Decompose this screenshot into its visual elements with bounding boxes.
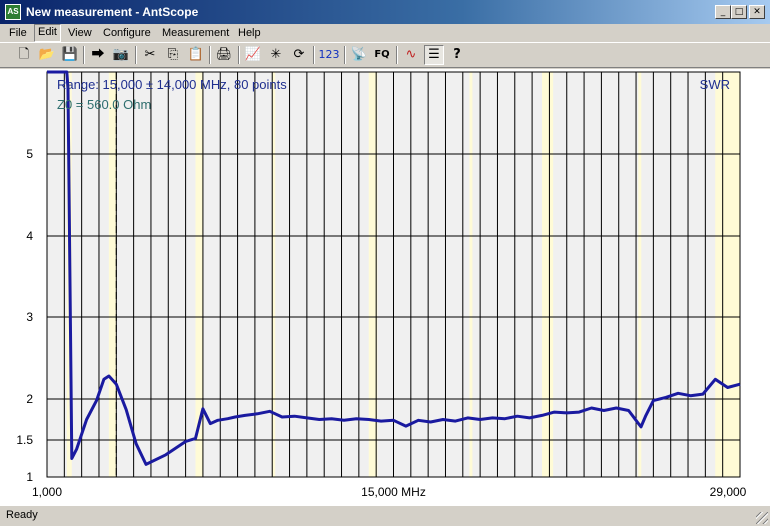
menu-measurement[interactable]: Measurement: [159, 25, 232, 41]
close-icon: ✕: [753, 7, 761, 17]
menu-view[interactable]: View: [65, 25, 95, 41]
toolbar-separator: [209, 46, 211, 64]
open-icon: 📂: [38, 47, 56, 62]
window-title: New measurement - AntScope: [26, 5, 199, 19]
paste-button[interactable]: 📋: [186, 45, 206, 65]
toolbar-separator: [83, 46, 85, 64]
y-tick-labels: 1 1.5 2 3 4 5: [16, 147, 33, 484]
fq-button[interactable]: FQ: [372, 45, 392, 65]
y-tick-label: 3: [26, 310, 33, 324]
list-button[interactable]: ☰: [424, 45, 444, 65]
paste-icon: 📋: [187, 47, 205, 62]
z0-label: Z0 = 560.0 Ohm: [57, 97, 151, 112]
new-button[interactable]: 🗋: [14, 45, 34, 65]
print-button[interactable]: 🖨: [214, 45, 234, 65]
x-tick-labels: 1,000 15,000 MHz 29,000: [32, 485, 747, 499]
range-label: Range: 15,000 ± 14,000 MHz, 80 points: [57, 77, 287, 92]
menu-configure[interactable]: Configure: [100, 25, 154, 41]
toolbar-separator: [135, 46, 137, 64]
toolbar: 🗋 📂 💾 ⮕ 📷 ✂ ⎘ 📋 🖨 📈 ✳ ⟳ 123 📡 FQ ∿ ☰ ?: [0, 42, 770, 68]
numbers-button[interactable]: 123: [317, 45, 341, 65]
cut-button[interactable]: ✂: [140, 45, 160, 65]
save-icon: 💾: [61, 47, 79, 62]
fq-icon: FQ: [374, 49, 390, 60]
waveform-icon: ∿: [405, 47, 417, 62]
y-tick-label: 1.5: [16, 433, 33, 447]
help-icon: ?: [453, 47, 461, 62]
minimize-icon: _: [720, 7, 726, 17]
swr-chart[interactable]: 1 1.5 2 3 4 5 1,000 15,000 MHz 29,000 Range: 15…: [0, 69, 770, 505]
menu-edit[interactable]: Edit: [34, 24, 61, 42]
chart-icon: 📈: [244, 47, 262, 62]
y-tick-label: 5: [26, 147, 33, 161]
status-text: Ready: [6, 509, 38, 521]
minimize-button[interactable]: _: [715, 5, 731, 19]
chart-button[interactable]: 📈: [243, 45, 263, 65]
band-highlight-5: [469, 72, 473, 477]
menu-help[interactable]: Help: [235, 25, 264, 41]
series-label: SWR: [700, 77, 730, 92]
y-tick-label: 2: [26, 392, 33, 406]
y-tick-label: 4: [26, 229, 33, 243]
export-button[interactable]: ⮕: [88, 45, 108, 65]
app-window: AS New measurement - AntScope _ □ ✕ File…: [0, 0, 770, 526]
chart-svg[interactable]: 1 1.5 2 3 4 5 1,000 15,000 MHz 29,000 Range: 15…: [0, 69, 770, 505]
new-icon: 🗋: [18, 47, 30, 62]
burst-button[interactable]: ✳: [266, 45, 286, 65]
menu-bar: File Edit View Configure Measurement Hel…: [0, 24, 770, 42]
maximize-button[interactable]: □: [731, 5, 747, 19]
x-tick-label: 29,000: [710, 485, 747, 499]
copy-icon: ⎘: [167, 47, 179, 62]
resize-grip-icon[interactable]: [756, 512, 768, 524]
toolbar-separator: [396, 46, 398, 64]
numbers-icon: 123: [318, 48, 340, 61]
export-icon: ⮕: [91, 47, 105, 62]
snapshot-button[interactable]: 📷: [111, 45, 131, 65]
y-tick-label: 1: [26, 470, 33, 484]
band-highlight-7: [638, 72, 642, 477]
help-button[interactable]: ?: [447, 45, 467, 65]
refresh-button[interactable]: ⟳: [289, 45, 309, 65]
x-tick-label: 15,000 MHz: [361, 485, 426, 499]
camera-icon: 📷: [112, 47, 130, 62]
app-icon[interactable]: AS: [5, 4, 21, 20]
x-tick-label: 1,000: [32, 485, 62, 499]
antenna-button[interactable]: 📡: [349, 45, 369, 65]
toolbar-separator: [344, 46, 346, 64]
chart-grid: [46, 71, 741, 478]
toolbar-separator: [238, 46, 240, 64]
antenna-icon: 📡: [350, 47, 368, 62]
burst-icon: ✳: [270, 47, 282, 62]
cut-icon: ✂: [144, 47, 156, 62]
close-button[interactable]: ✕: [749, 5, 765, 19]
title-bar[interactable]: AS New measurement - AntScope _ □ ✕: [0, 0, 770, 24]
menu-file[interactable]: File: [6, 25, 30, 41]
waveform-button[interactable]: ∿: [401, 45, 421, 65]
band-highlight-1: [108, 72, 117, 477]
maximize-icon: □: [734, 7, 744, 17]
copy-button[interactable]: ⎘: [163, 45, 183, 65]
status-bar: Ready: [0, 505, 770, 526]
toolbar-separator: [313, 46, 315, 64]
open-button[interactable]: 📂: [37, 45, 57, 65]
band-highlight-8: [715, 72, 740, 477]
save-button[interactable]: 💾: [60, 45, 80, 65]
list-icon: ☰: [428, 47, 440, 62]
refresh-icon: ⟳: [293, 47, 305, 62]
print-icon: 🖨: [215, 47, 233, 62]
